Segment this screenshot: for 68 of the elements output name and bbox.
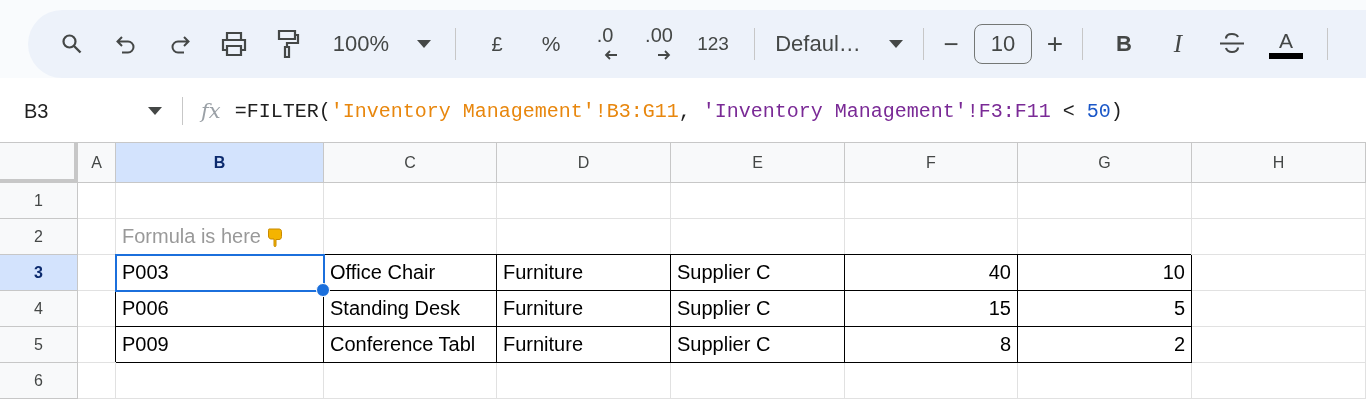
column-header[interactable]: D [497, 143, 671, 183]
column-header[interactable]: C [324, 143, 497, 183]
right-arrow-icon [657, 50, 671, 60]
column-header[interactable]: B [116, 143, 324, 183]
undo-icon [115, 34, 137, 54]
dropdown-caret-icon [888, 40, 903, 48]
table-cell: 5 [1018, 291, 1192, 327]
dropdown-caret-icon [148, 107, 162, 115]
table-cell: 15 [845, 291, 1018, 327]
name-box[interactable]: B3 [24, 99, 162, 123]
dropdown-caret-icon [417, 40, 432, 48]
table-cell: P006 [116, 291, 324, 327]
table-cell: 40 [845, 255, 1018, 291]
table-cell: 10 [1018, 255, 1192, 291]
pointing-hand-icon [266, 225, 283, 248]
table-cell: P003 [116, 255, 324, 291]
table-cell: Standing Desk [324, 291, 497, 327]
corner-cell[interactable] [0, 143, 78, 183]
column-header[interactable]: F [845, 143, 1018, 183]
table-cell: Office Chair [324, 255, 497, 291]
table-cell [78, 183, 116, 219]
table-cell: Supplier C [671, 327, 845, 363]
increase-decimals-button[interactable]: .00 [632, 22, 686, 66]
table-cell: Furniture [497, 255, 671, 291]
row-header[interactable]: 3 [0, 255, 78, 291]
table-cell: 8 [845, 327, 1018, 363]
percent-button[interactable]: % [524, 22, 578, 66]
increase-size-button[interactable]: + [1042, 22, 1068, 66]
table-cell: Furniture [497, 327, 671, 363]
table-cell [78, 219, 116, 255]
bold-button[interactable]: B [1097, 22, 1151, 66]
decrease-size-button[interactable]: − [938, 22, 964, 66]
row-header[interactable]: 4 [0, 291, 78, 327]
paint-roller-icon [276, 29, 300, 59]
function-label: fx [201, 99, 221, 123]
redo-icon [169, 34, 191, 54]
text-color-button[interactable]: A [1259, 22, 1313, 66]
row-header[interactable]: 5 [0, 327, 78, 363]
formula-field[interactable]: =FILTER('Inventory Management'!B3:G11, 'Inventory Management'!F3:F11 < 50) [234, 99, 1123, 123]
table-cell: Conference Tabl [324, 327, 497, 363]
left-arrow-icon [604, 50, 618, 60]
number-format-button[interactable]: 123 [686, 22, 740, 66]
zoom-dropdown[interactable]: 100% [323, 22, 441, 66]
table-cell: 2 [1018, 327, 1192, 363]
strikethrough-icon [1218, 32, 1246, 56]
font-dropdown[interactable]: Defaul… [769, 22, 909, 66]
row-header[interactable]: 6 [0, 363, 78, 399]
search-icon [60, 32, 84, 56]
table-cell: Supplier C [671, 255, 845, 291]
italic-button[interactable]: I [1151, 22, 1205, 66]
printer-icon [220, 31, 248, 57]
range-reference: 'Inventory Management'!F3:F11 [702, 99, 1051, 123]
table-cell: P009 [116, 327, 324, 363]
decrease-decimals-button[interactable]: .0 [578, 22, 632, 66]
font-size-field[interactable]: 10 [974, 24, 1032, 64]
table-cell [78, 363, 116, 399]
column-header[interactable]: E [671, 143, 845, 183]
column-header[interactable]: G [1018, 143, 1192, 183]
table-cell: Supplier C [671, 291, 845, 327]
column-header[interactable]: H [1192, 143, 1366, 183]
row-header[interactable]: 2 [0, 219, 78, 255]
fill-handle[interactable] [316, 283, 330, 297]
row-header[interactable]: 1 [0, 183, 78, 219]
note-text: Formula is here [122, 225, 261, 248]
table-cell: Furniture [497, 291, 671, 327]
currency-button[interactable]: £ [470, 22, 524, 66]
range-reference: 'Inventory Management'!B3:G11 [330, 99, 679, 123]
column-header[interactable]: A [78, 143, 116, 183]
